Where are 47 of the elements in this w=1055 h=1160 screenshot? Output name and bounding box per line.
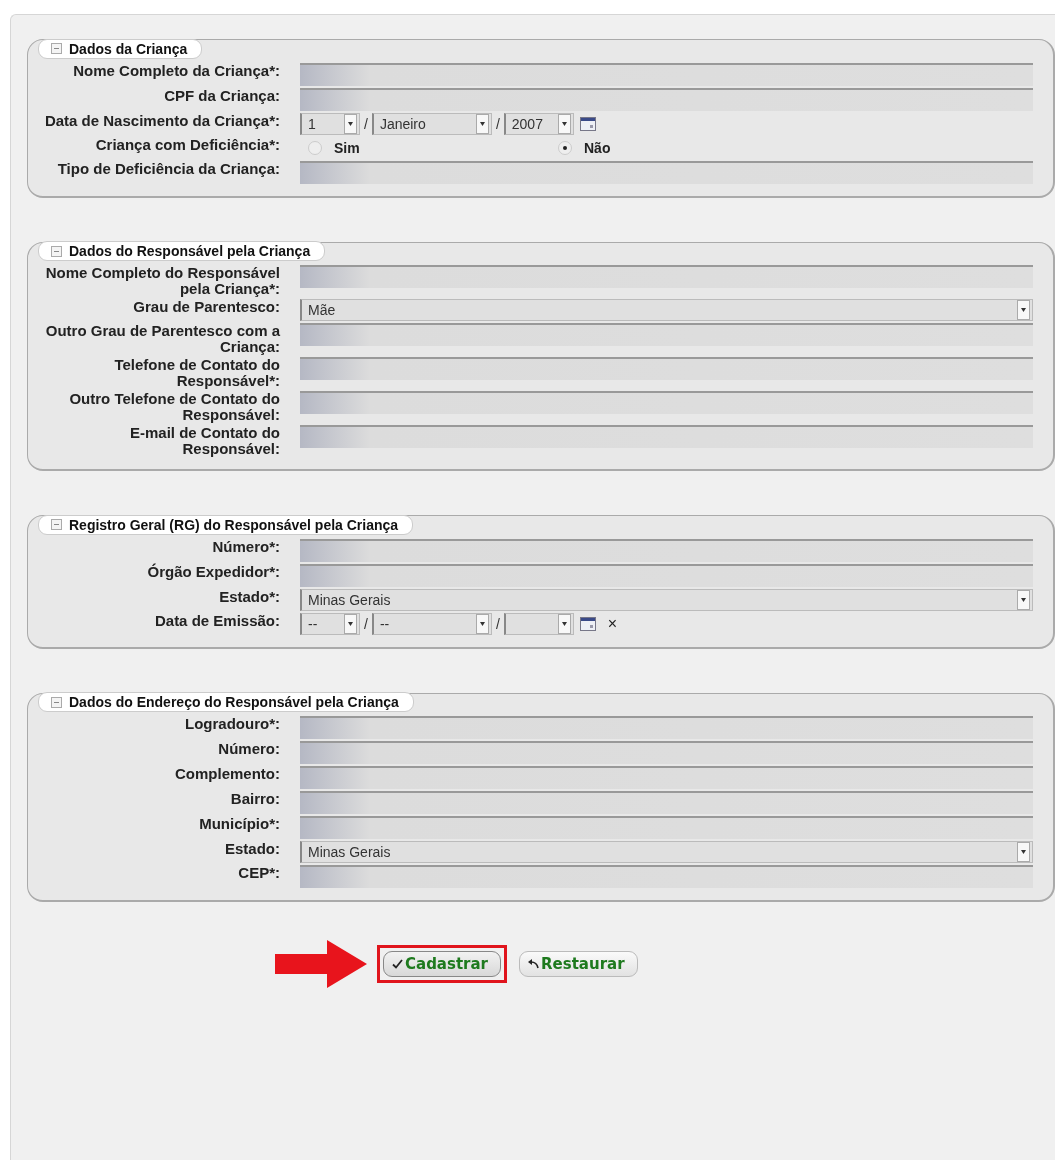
field-label: Número:	[217, 741, 281, 757]
field-label: Tipo de Deficiência da Criança:	[56, 160, 281, 177]
field-label: Município*:	[198, 816, 281, 832]
field-label: Estado:	[224, 841, 281, 857]
field-label: Bairro:	[229, 791, 281, 807]
section-legend[interactable]: Dados do Responsável pela Criança	[38, 241, 326, 261]
field-label: Complemento:	[174, 766, 281, 782]
radio-option[interactable]: Sim	[308, 139, 558, 156]
field-label: E-mail de Contato do Responsável:	[129, 425, 281, 457]
form-button[interactable]: Cadastrar	[383, 951, 501, 977]
field-label: Nome Completo da Criança*:	[72, 62, 281, 79]
dropdown[interactable]: 2007	[503, 112, 574, 135]
field-label: CPF da Criança:	[163, 87, 281, 104]
field-label: Estado*:	[218, 588, 281, 605]
legend-title: Dados do Endereço do Responsável pela Criança	[69, 694, 399, 710]
field-label: Logradouro*:	[184, 716, 281, 732]
field-label: Outro Grau de Parentesco com a Criança:	[44, 323, 281, 355]
dropdown[interactable]: Janeiro	[371, 112, 492, 135]
form-button[interactable]: Restaurar	[519, 951, 638, 977]
field-label: Outro Telefone de Contato do Responsável:	[68, 391, 281, 423]
field-label: Criança com Deficiência*:	[94, 136, 281, 153]
dropdown[interactable]: 1	[300, 112, 360, 135]
field-label: Grau de Parentesco:	[132, 299, 281, 315]
dropdown[interactable]: --	[300, 612, 360, 635]
field-label: Número*:	[211, 538, 281, 555]
field-label: Órgão Expedidor*:	[146, 563, 281, 580]
legend-title: Dados do Responsável pela Criança	[69, 243, 311, 259]
section-legend[interactable]: Registro Geral (RG) do Responsável pela Criança	[38, 514, 414, 535]
legend-title: Registro Geral (RG) do Responsável pela Criança	[69, 516, 399, 533]
legend-title: Dados da Criança	[69, 40, 188, 57]
dropdown[interactable]: Mãe	[300, 299, 1033, 321]
date-separator: /	[495, 615, 500, 632]
date-separator: /	[364, 615, 368, 632]
dropdown[interactable]: Minas Gerais	[300, 841, 1033, 863]
section-legend[interactable]: Dados do Endereço do Responsável pela Criança	[38, 692, 414, 712]
clear-button[interactable]: ×	[607, 614, 618, 633]
dropdown[interactable]: Minas Gerais	[300, 588, 1033, 611]
field-label: Data de Nascimento da Criança*:	[43, 112, 281, 129]
date-separator: /	[364, 115, 368, 132]
date-separator: /	[495, 115, 500, 132]
field-label: Nome Completo do Responsável pela Criança*:	[44, 265, 281, 297]
dropdown[interactable]: --	[371, 612, 492, 635]
field-label: CEP*:	[237, 865, 281, 881]
section-legend[interactable]: Dados da Criança	[38, 38, 203, 59]
field-label: Telefone de Contato do Responsável*:	[113, 357, 281, 389]
field-label: Data de Emissão:	[153, 612, 281, 629]
radio-option[interactable]: Não	[558, 139, 808, 156]
